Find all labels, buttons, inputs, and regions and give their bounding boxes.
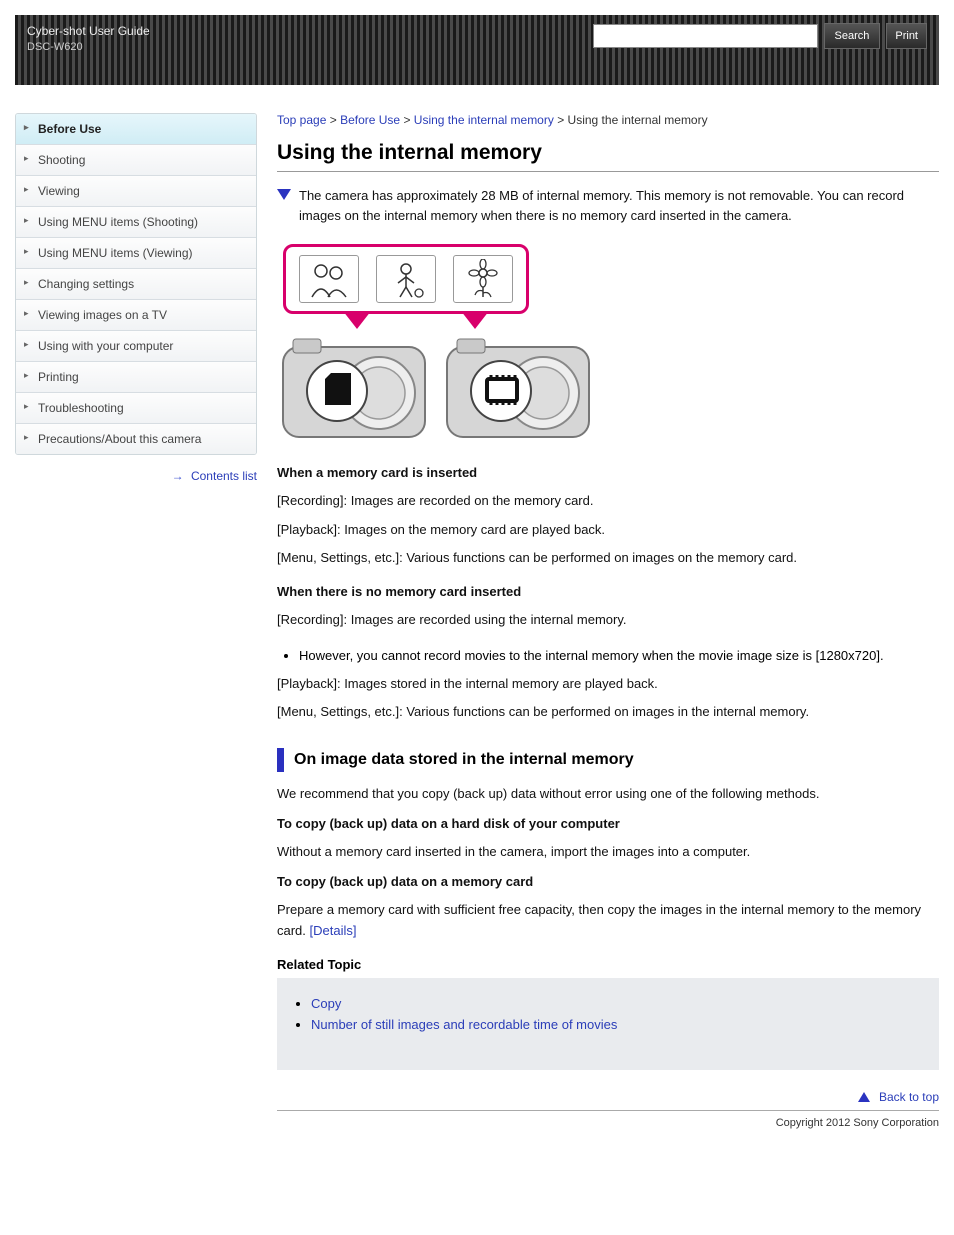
subheading-row: On image data stored in the internal mem… — [277, 748, 939, 772]
print-button[interactable]: Print — [886, 23, 927, 49]
when-card-play: [Playback]: Images on the memory card ar… — [277, 520, 939, 540]
details-link[interactable]: [Details] — [310, 923, 357, 938]
sidebar-item-label: Before Use — [38, 122, 101, 136]
sidebar-item-label: Using MENU items (Shooting) — [38, 215, 198, 229]
when-none-play: [Playback]: Images stored in the interna… — [277, 674, 939, 694]
sidebar-item-tv[interactable]: Viewing images on a TV — [16, 300, 256, 331]
camera-row — [279, 335, 939, 447]
breadcrumb-sep: > — [330, 113, 340, 127]
backup-pc-body: Without a memory card inserted in the ca… — [277, 842, 939, 862]
related-item: Number of still images and recordable ti… — [311, 1017, 925, 1032]
sidebar-item-menu-viewing[interactable]: Using MENU items (Viewing) — [16, 238, 256, 269]
search-button[interactable]: Search — [824, 23, 881, 49]
breadcrumb-top[interactable]: Top page — [277, 113, 326, 127]
balloon-tails — [343, 311, 939, 329]
when-none-menu: [Menu, Settings, etc.]: Various function… — [277, 702, 939, 722]
sidebar-item-shooting[interactable]: Shooting — [16, 145, 256, 176]
backup-card-body-text: Prepare a memory card with sufficient fr… — [277, 902, 921, 937]
sidebar-item-computer[interactable]: Using with your computer — [16, 331, 256, 362]
contents-list-row: → Contents list — [15, 469, 257, 483]
note-bullet: However, you cannot record movies to the… — [299, 646, 939, 666]
when-card-head: When a memory card is inserted — [277, 465, 477, 480]
arrow-right-icon: → — [172, 469, 184, 483]
sidebar-item-before-use[interactable]: Before Use — [16, 114, 256, 145]
model-number: DSC-W620 — [27, 40, 150, 55]
sidebar-item-label: Troubleshooting — [38, 401, 124, 415]
related-link-copy[interactable]: Copy — [311, 996, 341, 1011]
header-title-block: Cyber-shot User Guide DSC-W620 — [27, 23, 150, 55]
when-none-rec: [Recording]: Images are recorded using t… — [277, 610, 939, 630]
breadcrumb: Top page > Before Use > Using the intern… — [277, 113, 939, 127]
triangle-down-icon — [277, 189, 291, 200]
breadcrumb-cat[interactable]: Before Use — [340, 113, 400, 127]
when-card-rec: [Recording]: Images are recorded on the … — [277, 491, 939, 511]
camera-memory-icon — [443, 335, 593, 447]
guide-title: Cyber-shot User Guide — [27, 23, 150, 40]
sidebar-item-label: Viewing — [38, 184, 80, 198]
tail-icon — [461, 311, 489, 329]
sidebar-item-label: Viewing images on a TV — [38, 308, 167, 322]
photo-balloon — [283, 244, 529, 314]
intro-paragraph: The camera has approximately 28 MB of in… — [299, 186, 939, 226]
breadcrumb-sub[interactable]: Using the internal memory — [414, 113, 554, 127]
tail-icon — [343, 311, 371, 329]
related-link-number[interactable]: Number of still images and recordable ti… — [311, 1017, 617, 1032]
sidebar: Before Use Shooting Viewing Using MENU i… — [15, 113, 257, 1129]
when-none-head: When there is no memory card inserted — [277, 584, 521, 599]
photo-flower-icon — [453, 255, 513, 303]
sidebar-item-troubleshooting[interactable]: Troubleshooting — [16, 393, 256, 424]
intro-block: The camera has approximately 28 MB of in… — [277, 186, 939, 234]
breadcrumb-leaf: Using the internal memory — [568, 113, 708, 127]
subheading: On image data stored in the internal mem… — [294, 751, 634, 769]
sidebar-item-changing-settings[interactable]: Changing settings — [16, 269, 256, 300]
camera-card-icon — [279, 335, 429, 447]
back-to-top-row: Back to top — [277, 1090, 939, 1104]
backup-card-body: Prepare a memory card with sufficient fr… — [277, 900, 939, 940]
backup-pc-head: To copy (back up) data on a hard disk of… — [277, 816, 620, 831]
sidebar-item-viewing[interactable]: Viewing — [16, 176, 256, 207]
sidebar-item-printing[interactable]: Printing — [16, 362, 256, 393]
sidebar-item-label: Precautions/About this camera — [38, 432, 201, 446]
header-controls: Search Print — [593, 23, 927, 49]
heading-bar-icon — [277, 748, 284, 772]
photo-people-icon — [299, 255, 359, 303]
note-list: However, you cannot record movies to the… — [299, 646, 939, 666]
breadcrumb-sep: > — [557, 113, 567, 127]
illustration-figure — [277, 244, 939, 447]
back-to-top-link[interactable]: Back to top — [879, 1090, 939, 1104]
main-content: Top page > Before Use > Using the intern… — [277, 113, 939, 1129]
sidebar-item-label: Using MENU items (Viewing) — [38, 246, 192, 260]
contents-list-link[interactable]: Contents list — [191, 469, 257, 483]
nav-list: Before Use Shooting Viewing Using MENU i… — [15, 113, 257, 455]
photo-child-icon — [376, 255, 436, 303]
sidebar-item-label: Changing settings — [38, 277, 134, 291]
page-title: Using the internal memory — [277, 141, 939, 165]
header-bar: Cyber-shot User Guide DSC-W620 Search Pr… — [15, 15, 939, 85]
subhead-para: We recommend that you copy (back up) dat… — [277, 784, 939, 804]
related-box: Copy Number of still images and recordab… — [277, 978, 939, 1070]
sidebar-item-label: Shooting — [38, 153, 85, 167]
sidebar-item-precautions[interactable]: Precautions/About this camera — [16, 424, 256, 454]
breadcrumb-sep: > — [403, 113, 413, 127]
related-item: Copy — [311, 996, 925, 1011]
search-input[interactable] — [593, 24, 818, 48]
triangle-up-icon — [858, 1092, 870, 1102]
related-title: Related Topic — [277, 957, 939, 972]
backup-card-head: To copy (back up) data on a memory card — [277, 874, 533, 889]
footer-divider — [277, 1110, 939, 1111]
sidebar-item-label: Using with your computer — [38, 339, 173, 353]
copyright-text: Copyright 2012 Sony Corporation — [277, 1117, 939, 1129]
title-divider — [277, 171, 939, 172]
sidebar-item-menu-shooting[interactable]: Using MENU items (Shooting) — [16, 207, 256, 238]
sidebar-item-label: Printing — [38, 370, 79, 384]
when-card-menu: [Menu, Settings, etc.]: Various function… — [277, 548, 939, 568]
